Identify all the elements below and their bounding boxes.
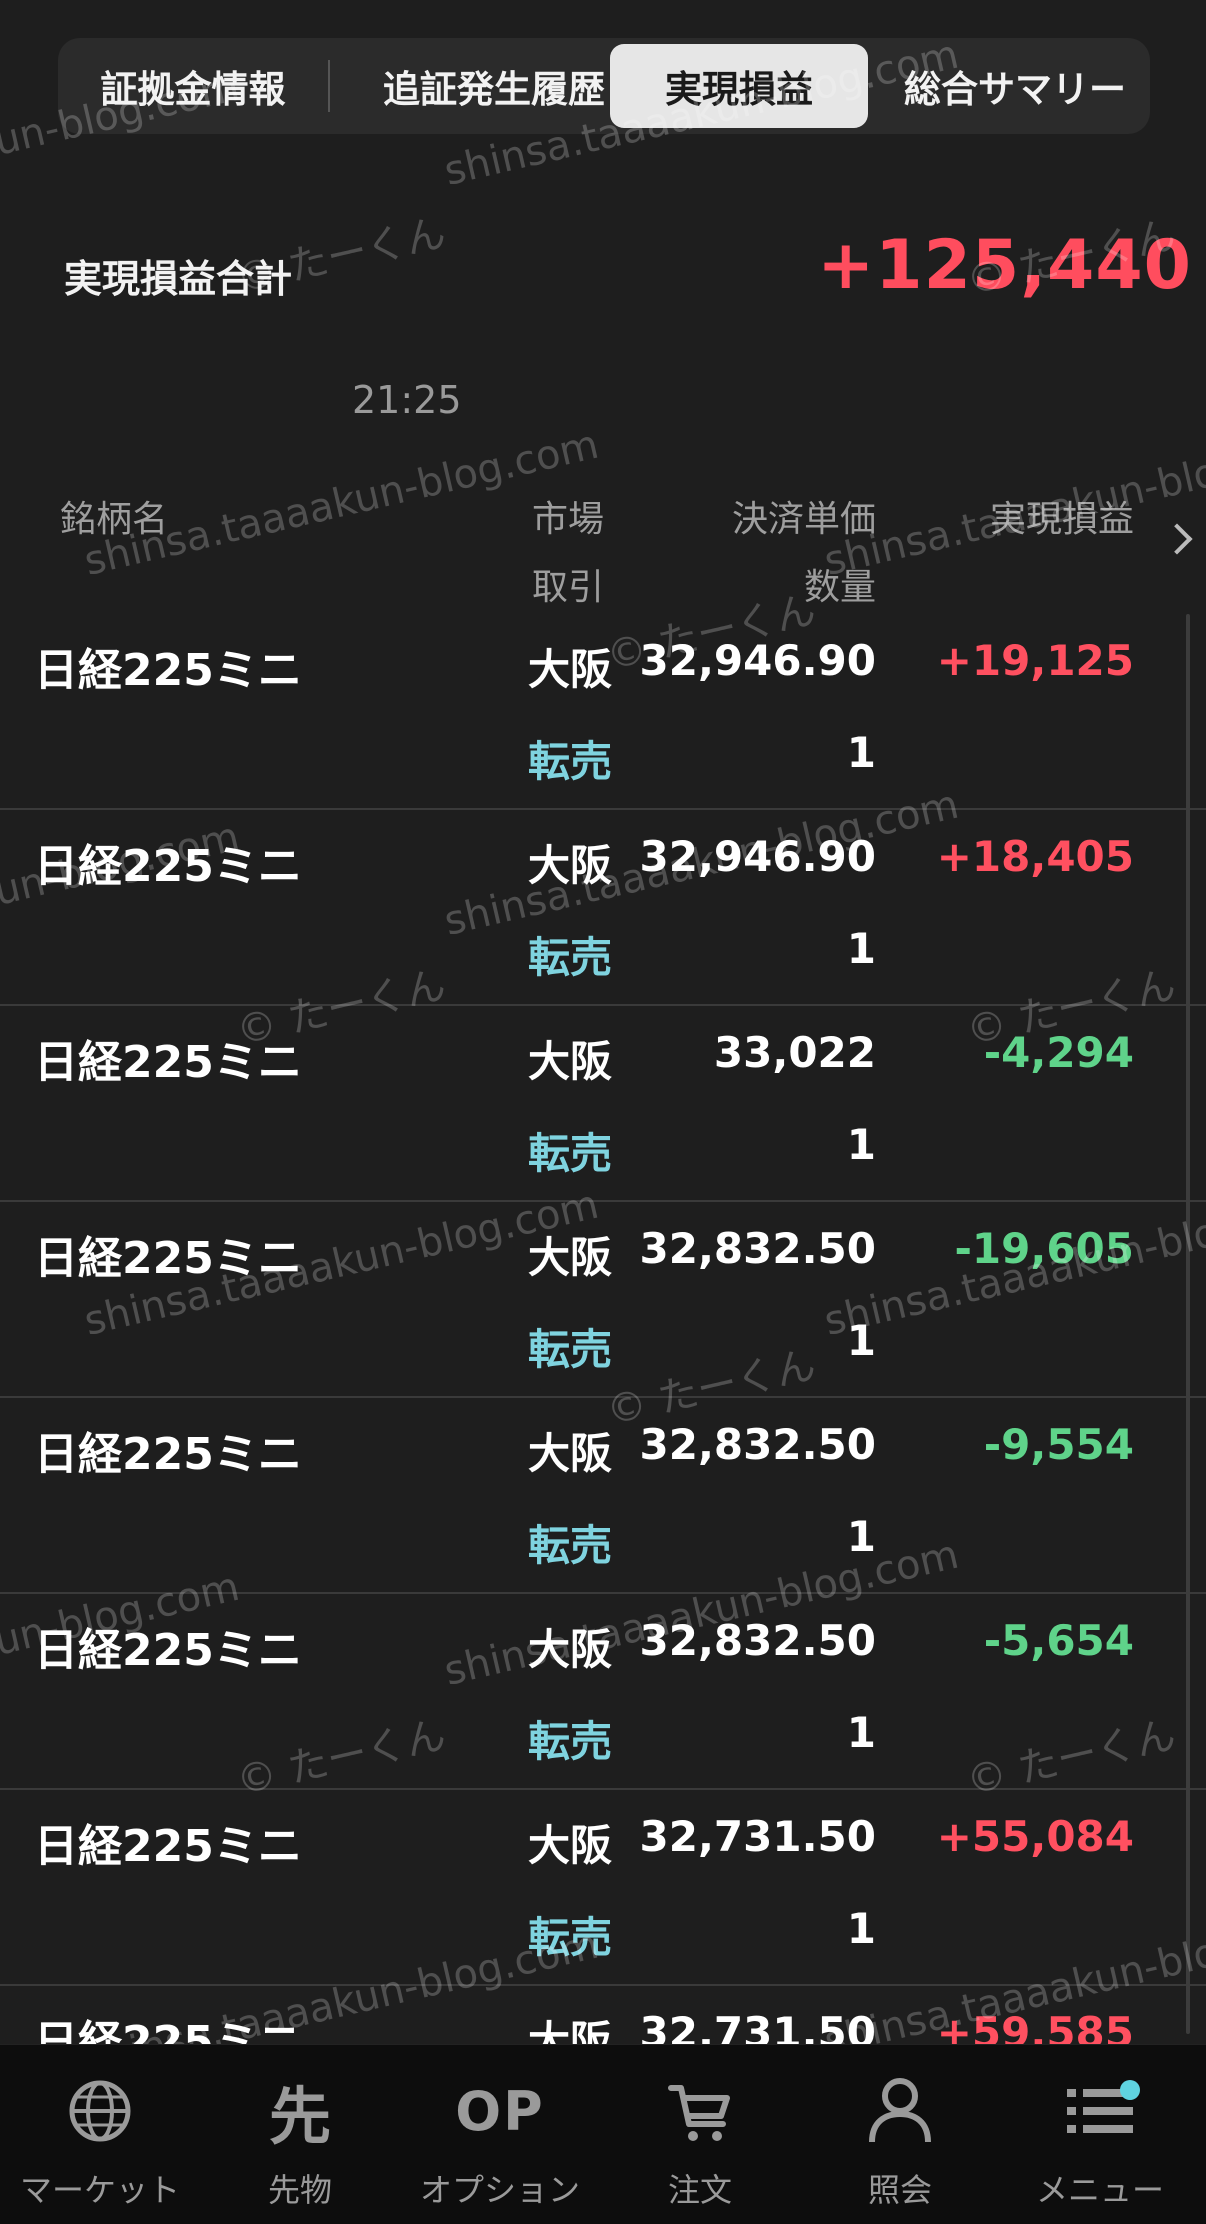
row-price: 33,022 xyxy=(713,1028,876,1077)
table-row[interactable]: 日経225ミニ 大阪 転売 33,022 1 -4,294 xyxy=(0,1006,1206,1202)
futures-icon: 先 xyxy=(200,2071,400,2153)
chevron-right-icon[interactable] xyxy=(1161,523,1193,555)
column-header-trade: 取引 xyxy=(532,567,605,608)
row-trade-type: 転売 xyxy=(528,1129,613,1178)
row-pnl: -19,605 xyxy=(954,1224,1134,1273)
row-pnl: +19,125 xyxy=(936,636,1134,685)
row-symbol: 日経225ミニ xyxy=(34,645,302,696)
row-trade-type: 転売 xyxy=(528,1717,613,1766)
row-market: 大阪 xyxy=(528,1625,613,1674)
nav-market[interactable]: マーケット xyxy=(0,2045,200,2224)
row-market: 大阪 xyxy=(528,1429,613,1478)
row-pnl: -9,554 xyxy=(983,1420,1134,1469)
row-trade-type: 転売 xyxy=(528,1521,613,1570)
nav-label: メニュー xyxy=(1035,2171,1164,2209)
options-glyph: OP xyxy=(455,2079,545,2143)
notification-dot xyxy=(1120,2080,1140,2100)
column-header-market: 市場 xyxy=(532,499,605,540)
row-trade-type: 転売 xyxy=(528,737,613,786)
row-market: 大阪 xyxy=(528,841,613,890)
row-price: 32,946.90 xyxy=(639,832,876,881)
table-row[interactable]: 日経225ミニ 大阪 転売 32,731.50 1 +55,084 xyxy=(0,1790,1206,1986)
table-row[interactable]: 日経225ミニ 大阪 転売 32,946.90 1 +18,405 xyxy=(0,810,1206,1006)
futures-glyph: 先 xyxy=(268,2080,331,2153)
row-price: 32,832.50 xyxy=(639,1420,876,1469)
nav-inquiry[interactable]: 照会 xyxy=(800,2045,1000,2224)
row-market: 大阪 xyxy=(528,1233,613,1282)
row-symbol: 日経225ミニ xyxy=(34,1429,302,1480)
row-trade-type: 転売 xyxy=(528,1913,613,1962)
nav-menu[interactable]: メニュー xyxy=(1000,2045,1200,2224)
nav-order[interactable]: 注文 xyxy=(600,2045,800,2224)
tab-summary[interactable]: 総合サマリー xyxy=(870,44,1160,128)
row-market: 大阪 xyxy=(528,1037,613,1086)
tab-bar: 証拠金情報 追証発生履歴 実現損益 総合サマリー xyxy=(58,38,1150,134)
row-price: 32,731.50 xyxy=(639,1812,876,1861)
row-price: 32,832.50 xyxy=(639,1616,876,1665)
nav-label: 照会 xyxy=(867,2171,932,2209)
tab-realized-pnl[interactable]: 実現損益 xyxy=(610,44,868,128)
row-pnl: -5,654 xyxy=(983,1616,1134,1665)
cart-icon xyxy=(600,2071,800,2151)
bottom-nav: マーケット 先 先物 OP オプション 注文 照会 メニュー xyxy=(0,2044,1206,2224)
tab-margin-info[interactable]: 証拠金情報 xyxy=(58,44,328,128)
total-pnl-label: 実現損益合計 xyxy=(64,257,293,301)
table-row[interactable]: 日経225ミニ 大阪 転売 32,832.50 1 -9,554 xyxy=(0,1398,1206,1594)
pnl-list: 日経225ミニ 大阪 転売 32,946.90 1 +19,125 日経225ミ… xyxy=(0,614,1206,2182)
column-header-qty: 数量 xyxy=(803,567,876,608)
row-pnl: +55,084 xyxy=(936,1812,1134,1861)
tab-margin-call-history[interactable]: 追証発生履歴 xyxy=(330,44,658,128)
table-row[interactable]: 日経225ミニ 大阪 転売 32,832.50 1 -5,654 xyxy=(0,1594,1206,1790)
row-qty: 1 xyxy=(846,1316,876,1365)
column-header-name: 銘柄名 xyxy=(60,499,169,540)
nav-label: 注文 xyxy=(667,2171,732,2209)
nav-label: 先物 xyxy=(267,2171,332,2209)
row-qty: 1 xyxy=(846,1120,876,1169)
person-icon xyxy=(800,2071,1000,2151)
row-symbol: 日経225ミニ xyxy=(34,1625,302,1676)
scrollbar[interactable] xyxy=(1186,614,1190,2034)
row-symbol: 日経225ミニ xyxy=(34,1233,302,1284)
row-qty: 1 xyxy=(846,728,876,777)
row-trade-type: 転売 xyxy=(528,933,613,982)
column-header-pnl: 実現損益 xyxy=(989,499,1134,540)
row-symbol: 日経225ミニ xyxy=(34,1821,302,1872)
table-row[interactable]: 日経225ミニ 大阪 転売 32,946.90 1 +19,125 xyxy=(0,614,1206,810)
total-pnl-value: +125,440 xyxy=(817,226,1192,305)
row-pnl: +18,405 xyxy=(936,832,1134,881)
row-qty: 1 xyxy=(846,924,876,973)
table-row[interactable]: 日経225ミニ 大阪 転売 32,832.50 1 -19,605 xyxy=(0,1202,1206,1398)
row-symbol: 日経225ミニ xyxy=(34,1037,302,1088)
globe-icon xyxy=(0,2071,200,2151)
row-price: 32,832.50 xyxy=(639,1224,876,1273)
nav-label: マーケット xyxy=(19,2171,180,2209)
row-qty: 1 xyxy=(846,1512,876,1561)
row-trade-type: 転売 xyxy=(528,1325,613,1374)
row-pnl: -4,294 xyxy=(983,1028,1134,1077)
nav-options[interactable]: OP オプション xyxy=(400,2045,600,2224)
row-symbol: 日経225ミニ xyxy=(34,841,302,892)
nav-label: オプション xyxy=(419,2171,580,2209)
row-price: 32,946.90 xyxy=(639,636,876,685)
row-qty: 1 xyxy=(846,1708,876,1757)
column-header-price: 決済単価 xyxy=(731,499,876,540)
menu-icon xyxy=(1000,2071,1200,2151)
options-icon: OP xyxy=(400,2071,600,2151)
row-market: 大阪 xyxy=(528,645,613,694)
row-market: 大阪 xyxy=(528,1821,613,1870)
update-time: 21:25 xyxy=(352,378,462,422)
row-qty: 1 xyxy=(846,1904,876,1953)
nav-futures[interactable]: 先 先物 xyxy=(200,2045,400,2224)
